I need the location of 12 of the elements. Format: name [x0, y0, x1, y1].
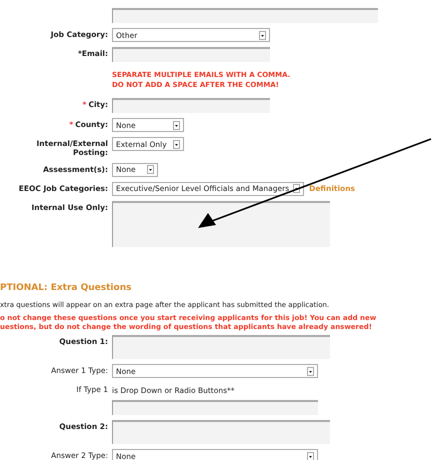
text-field[interactable]	[112, 8, 378, 23]
text-field[interactable]	[112, 98, 270, 114]
text-area[interactable]	[112, 200, 330, 247]
caret-icon	[259, 30, 266, 40]
caret-icon	[147, 165, 154, 174]
section-title: PTIONAL: Extra Questions	[0, 282, 132, 293]
caret-icon	[173, 120, 180, 130]
text-field[interactable]	[112, 400, 318, 416]
caret-icon	[307, 452, 314, 460]
caret-icon	[173, 140, 180, 149]
caret-icon	[307, 366, 314, 376]
text-field[interactable]	[112, 47, 270, 62]
